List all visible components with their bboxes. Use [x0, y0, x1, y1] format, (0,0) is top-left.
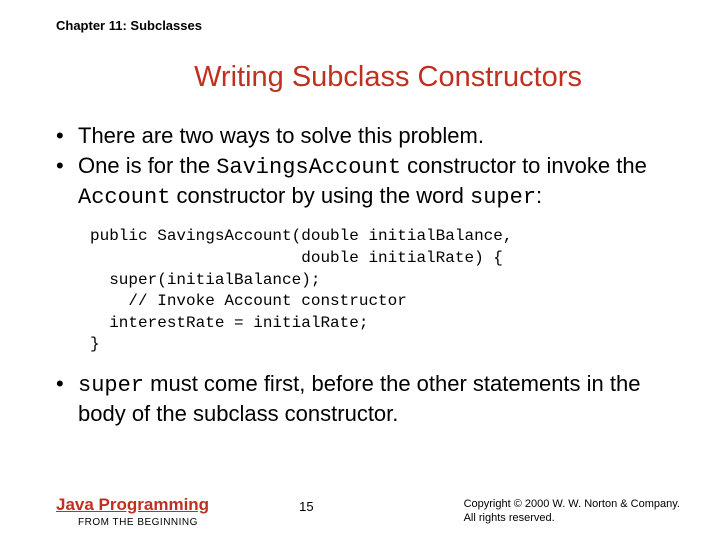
bullet-2-text-d: : — [536, 183, 542, 208]
bullet-2-text-b: constructor to invoke the — [401, 153, 647, 178]
copyright-line2: All rights reserved. — [464, 511, 680, 525]
page-number: 15 — [299, 499, 313, 514]
bullet-list: There are two ways to solve this problem… — [56, 122, 680, 212]
copyright-line1: Copyright © 2000 W. W. Norton & Company. — [464, 497, 680, 511]
bullet-2: One is for the SavingsAccount constructo… — [56, 152, 680, 212]
code-inline-super-2: super — [78, 373, 144, 398]
bullet-3: super must come first, before the other … — [56, 370, 680, 428]
bullet-2-text-c: constructor by using the word — [170, 183, 470, 208]
code-block: public SavingsAccount(double initialBala… — [90, 226, 680, 356]
code-inline-savingsaccount: SavingsAccount — [216, 155, 401, 180]
bullet-1-text: There are two ways to solve this problem… — [78, 123, 484, 148]
copyright: Copyright © 2000 W. W. Norton & Company.… — [464, 497, 680, 526]
book-subtitle: FROM THE BEGINNING — [78, 517, 209, 528]
chapter-header: Chapter 11: Subclasses — [56, 18, 680, 33]
footer: Java Programming FROM THE BEGINNING 15 C… — [56, 495, 680, 528]
bullet-3-text: must come first, before the other statem… — [78, 371, 640, 426]
bullet-1: There are two ways to solve this problem… — [56, 122, 680, 150]
footer-left: Java Programming FROM THE BEGINNING — [56, 495, 209, 528]
bullet-list-2: super must come first, before the other … — [56, 370, 680, 428]
page-title: Writing Subclass Constructors — [56, 61, 680, 94]
book-title: Java Programming — [56, 495, 209, 515]
code-inline-account: Account — [78, 185, 170, 210]
bullet-2-text-a: One is for the — [78, 153, 216, 178]
code-inline-super: super — [470, 185, 536, 210]
